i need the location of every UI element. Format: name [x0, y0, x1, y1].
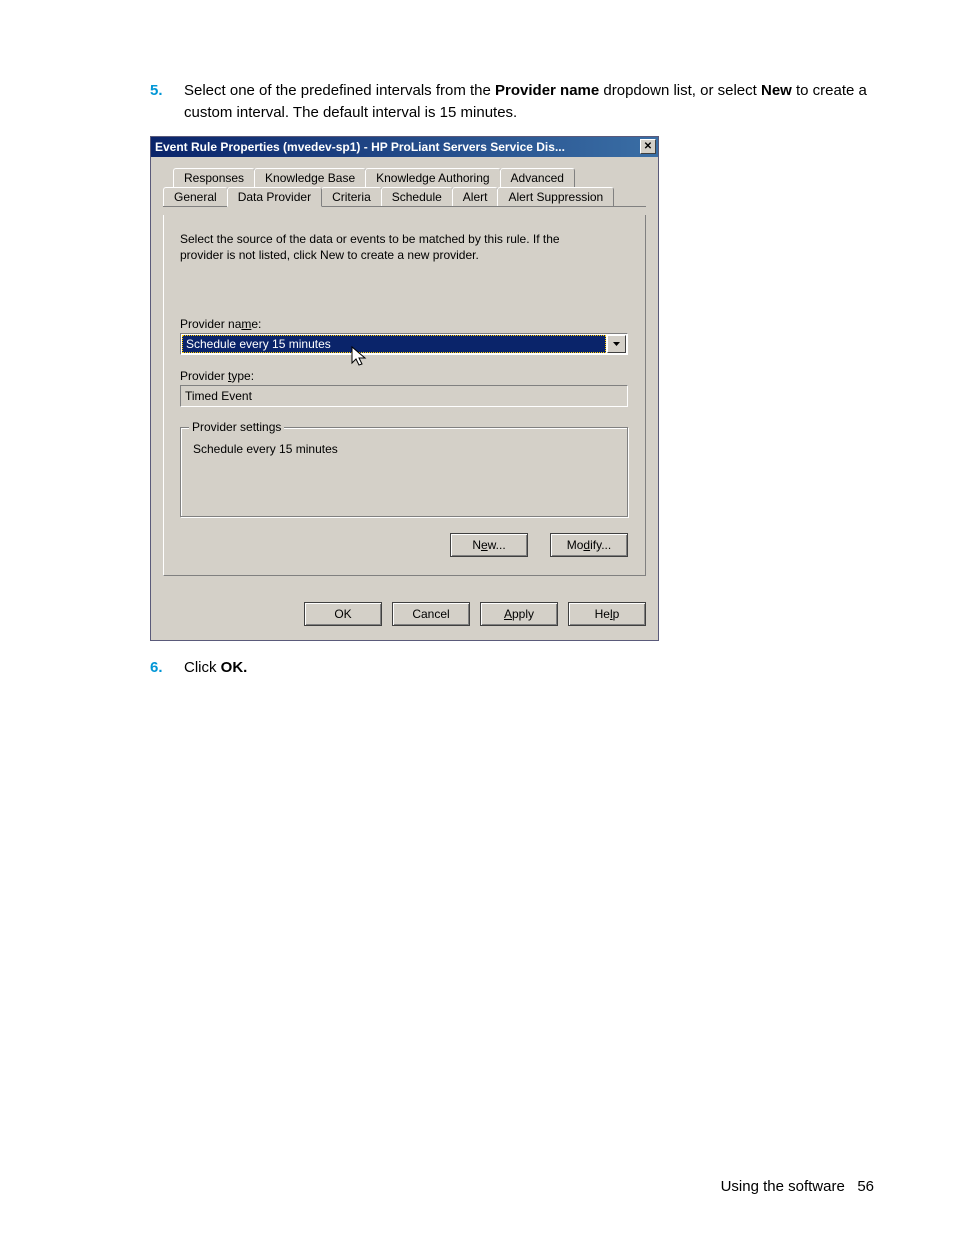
provider-type-label: Provider type:	[180, 369, 629, 383]
dialog-buttons: OK Cancel Apply Help	[151, 588, 658, 640]
provider-settings-title: Provider settings	[189, 420, 284, 434]
provider-settings-text: Schedule every 15 minutes	[193, 442, 615, 456]
cancel-button[interactable]: Cancel	[392, 602, 470, 626]
data-provider-panel: Select the source of the data or events …	[163, 215, 646, 576]
tab-responses[interactable]: Responses	[173, 168, 255, 187]
page-footer: Using the software 56	[721, 1178, 874, 1195]
modify-button[interactable]: Modify...	[550, 533, 628, 557]
dropdown-button[interactable]	[607, 335, 626, 353]
panel-instruction: Select the source of the data or events …	[180, 231, 600, 263]
event-rule-properties-dialog: Event Rule Properties (mvedev-sp1) - HP …	[150, 136, 659, 641]
step-6-text: Click OK.	[184, 657, 874, 679]
tab-schedule[interactable]: Schedule	[381, 187, 453, 206]
footer-page-number: 56	[857, 1178, 874, 1195]
step-6: 6. Click OK.	[150, 657, 874, 679]
apply-button[interactable]: Apply	[480, 602, 558, 626]
provider-name-label: Provider name:	[180, 317, 629, 331]
tab-strip: Responses Knowledge Base Knowledge Autho…	[163, 167, 646, 207]
provider-type-field: Timed Event	[180, 385, 628, 407]
provider-settings-group: Provider settings Schedule every 15 minu…	[180, 427, 628, 517]
tab-alert-suppression[interactable]: Alert Suppression	[497, 187, 614, 206]
step-5: 5. Select one of the predefined interval…	[150, 80, 874, 124]
provider-name-dropdown[interactable]: Schedule every 15 minutes	[180, 333, 628, 355]
step-5-number: 5.	[150, 80, 184, 124]
close-button[interactable]: ✕	[640, 139, 656, 154]
help-button[interactable]: Help	[568, 602, 646, 626]
tab-criteria[interactable]: Criteria	[321, 187, 382, 206]
tab-data-provider[interactable]: Data Provider	[227, 187, 322, 207]
tab-general[interactable]: General	[163, 187, 228, 206]
close-icon: ✕	[644, 141, 652, 152]
tab-advanced[interactable]: Advanced	[500, 168, 575, 187]
tab-alert[interactable]: Alert	[452, 187, 499, 206]
new-button[interactable]: New...	[450, 533, 528, 557]
tab-knowledge-authoring[interactable]: Knowledge Authoring	[365, 168, 500, 187]
step-5-text: Select one of the predefined intervals f…	[184, 80, 874, 124]
footer-section: Using the software	[721, 1178, 845, 1195]
chevron-down-icon	[613, 342, 620, 346]
provider-name-value: Schedule every 15 minutes	[182, 335, 606, 353]
ok-button[interactable]: OK	[304, 602, 382, 626]
step-6-number: 6.	[150, 657, 184, 679]
dialog-titlebar[interactable]: Event Rule Properties (mvedev-sp1) - HP …	[151, 137, 658, 157]
tab-knowledge-base[interactable]: Knowledge Base	[254, 168, 366, 187]
dialog-title: Event Rule Properties (mvedev-sp1) - HP …	[155, 140, 640, 154]
